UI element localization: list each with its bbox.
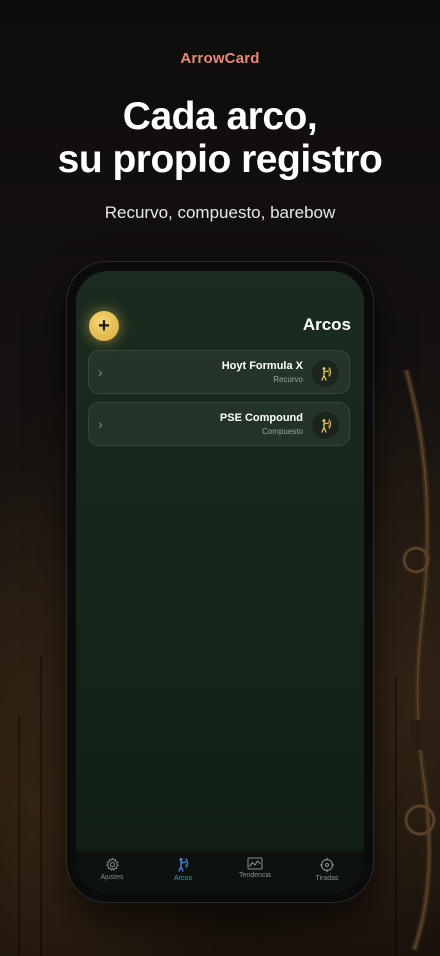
- tab-label: Ajustes: [100, 874, 124, 881]
- archer-icon: [178, 858, 189, 872]
- background-plank: [18, 716, 20, 956]
- promo-page: ArrowCard Cada arco, su propio registro …: [0, 0, 440, 956]
- add-bow-button[interactable]: +: [89, 311, 119, 341]
- chevron-right-icon: ›: [98, 364, 103, 380]
- plus-icon: +: [98, 315, 110, 337]
- compound-bow-illustration: [402, 369, 436, 951]
- bow-list-item[interactable]: › PSE Compound Compuesto: [88, 402, 350, 446]
- bow-type: Recurvo: [273, 375, 303, 384]
- headline: Cada arco, su propio registro: [0, 95, 440, 181]
- headline-line-1: Cada arco,: [122, 95, 318, 138]
- chart-icon: [247, 857, 263, 870]
- target-icon: [319, 857, 335, 873]
- tab-label: Tiradas: [315, 875, 339, 882]
- tab-ajustes[interactable]: Ajustes: [82, 857, 142, 881]
- tab-bar: Ajustes Arcos Tendencia Tiradas: [76, 850, 364, 893]
- gear-icon: [105, 857, 119, 871]
- subheadline: Recurvo, compuesto, barebow: [104, 203, 336, 222]
- brand-name: ArrowCard: [180, 50, 260, 67]
- tab-tiradas[interactable]: Tiradas: [297, 857, 357, 882]
- tab-arcos[interactable]: Arcos: [153, 857, 213, 882]
- archer-icon: [311, 411, 340, 440]
- bow-name: PSE Compound: [219, 412, 303, 424]
- bow-type: Compuesto: [262, 427, 303, 436]
- bow-list-item[interactable]: › Hoyt Formula X Recurvo: [88, 350, 350, 394]
- headline-line-2: su propio registro: [57, 138, 383, 181]
- tab-label: Arcos: [174, 875, 192, 882]
- bow-name: Hoyt Formula X: [221, 360, 303, 372]
- phone-frame: + Arcos › Hoyt Formula X Recurvo › PSE C…: [67, 262, 373, 902]
- background-plank: [40, 656, 42, 956]
- archer-icon: [311, 359, 340, 388]
- tab-tendencia[interactable]: Tendencia: [225, 857, 285, 879]
- chevron-right-icon: ›: [98, 416, 103, 432]
- tab-label: Tendencia: [239, 872, 271, 879]
- screen-title: Arcos: [302, 315, 351, 334]
- app-screen: + Arcos › Hoyt Formula X Recurvo › PSE C…: [76, 271, 364, 893]
